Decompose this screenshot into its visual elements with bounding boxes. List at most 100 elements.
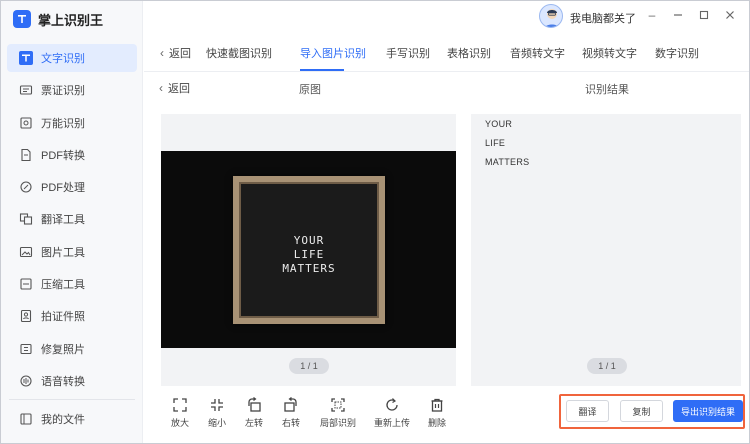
title-bar: 我电脑都关了 – xyxy=(144,1,749,31)
tab-bar: ‹ 返回 快速截图识别 导入图片识别 手写识别 表格识别 音频转文字 视频转文字… xyxy=(144,36,749,72)
crop-icon xyxy=(331,398,345,412)
tab-video-to-text[interactable]: 视频转文字 xyxy=(582,45,637,61)
sidebar-item-my-files[interactable]: 我的文件 xyxy=(19,411,85,427)
export-result-button[interactable]: 导出识别结果 xyxy=(673,400,743,422)
sidebar-item-label: 拍证件照 xyxy=(41,311,85,324)
delete-icon xyxy=(431,398,443,412)
sidebar-item-label: 文字识别 xyxy=(41,53,85,65)
reupload-icon xyxy=(386,398,398,411)
result-panel[interactable]: YOUR LIFE MATTERS 1 / 1 xyxy=(471,114,741,386)
original-image[interactable]: YOUR LIFE MATTERS xyxy=(161,151,456,348)
sidebar-divider xyxy=(9,399,135,400)
sidebar-item-text-recognition[interactable]: 文字识别 xyxy=(7,44,137,72)
brand: 掌上识别王 xyxy=(13,9,103,29)
result-label: 识别结果 xyxy=(585,84,629,96)
back-label: 返回 xyxy=(169,48,191,60)
sidebar-item-label: 票证识别 xyxy=(41,85,85,98)
original-image-panel: YOUR LIFE MATTERS 1 / 1 xyxy=(161,114,456,386)
tab-handwriting[interactable]: 手写识别 xyxy=(386,45,430,61)
delete-button[interactable]: 删除 xyxy=(422,397,452,429)
sidebar-item-id-photo[interactable]: 拍证件照 xyxy=(7,302,137,330)
scan-icon xyxy=(19,116,33,130)
ticket-icon xyxy=(19,83,33,97)
tab-audio-to-text[interactable]: 音频转文字 xyxy=(510,45,565,61)
sidebar-item-voice[interactable]: 语音转换 xyxy=(7,367,137,395)
image-text-line: YOUR xyxy=(293,234,325,247)
image-text-line: LIFE xyxy=(293,248,325,261)
toolbar-label: 左转 xyxy=(244,418,263,428)
tab-back-button[interactable]: ‹ 返回 xyxy=(160,45,191,61)
sub-header: ‹ 返回 原图 识别结果 xyxy=(144,73,749,101)
toolbar-label: 局部识别 xyxy=(320,418,357,428)
sidebar-item-label: 图片工具 xyxy=(41,246,85,259)
toolbar-label: 重新上传 xyxy=(374,418,411,428)
sidebar-item-label: 修复照片 xyxy=(41,343,85,356)
tab-import-image[interactable]: 导入图片识别 xyxy=(300,45,366,61)
toolbar-label: 放大 xyxy=(170,418,189,428)
sidebar-item-label: 翻译工具 xyxy=(41,214,85,227)
zoom-in-icon xyxy=(173,398,187,412)
minimize-icon[interactable] xyxy=(670,7,686,23)
chevron-left-icon: ‹ xyxy=(159,81,163,95)
result-line[interactable]: YOUR xyxy=(485,119,512,129)
id-photo-icon xyxy=(19,309,33,323)
tab-digit[interactable]: 数字识别 xyxy=(655,45,699,61)
image-text-line: MATTERS xyxy=(282,262,336,275)
sidebar-item-translate[interactable]: 翻译工具 xyxy=(7,205,137,233)
toolbar-label: 删除 xyxy=(427,418,446,428)
result-line[interactable]: MATTERS xyxy=(485,157,529,167)
toolbar-label: 缩小 xyxy=(207,418,226,428)
reupload-button[interactable]: 重新上传 xyxy=(374,397,411,429)
rotate-right-button[interactable]: 右转 xyxy=(276,397,306,429)
my-files-label: 我的文件 xyxy=(41,414,85,426)
voice-icon xyxy=(19,374,33,388)
sidebar-item-label: PDF转换 xyxy=(41,149,85,162)
sidebar-item-label: 语音转换 xyxy=(41,375,85,388)
rotate-left-button[interactable]: 左转 xyxy=(239,397,269,429)
app-name: 掌上识别王 xyxy=(38,12,104,28)
back-button[interactable]: ‹ 返回 xyxy=(159,80,190,96)
zoom-in-button[interactable]: 放大 xyxy=(165,397,195,429)
sidebar-nav: 文字识别 票证识别 万能识别 PDF转换 PDF处理 翻译工具 图片工具 压缩工… xyxy=(7,44,137,399)
original-label: 原图 xyxy=(299,84,321,96)
rotate-right-icon xyxy=(284,397,297,412)
maximize-icon[interactable] xyxy=(696,7,712,23)
app-window: 掌上识别王 文字识别 票证识别 万能识别 PDF转换 PDF处理 翻译工具 图片… xyxy=(0,0,750,444)
sidebar-item-label: 万能识别 xyxy=(41,117,85,130)
text-recognition-icon xyxy=(19,51,33,65)
rotate-left-icon xyxy=(248,397,261,412)
partial-recognition-button[interactable]: 局部识别 xyxy=(320,397,357,429)
sidebar-item-pdf-convert[interactable]: PDF转换 xyxy=(7,141,137,169)
tab-quick-screenshot[interactable]: 快速截图识别 xyxy=(206,45,272,61)
avatar[interactable] xyxy=(539,4,563,28)
sidebar-item-image-tools[interactable]: 图片工具 xyxy=(7,238,137,266)
pdf-convert-icon xyxy=(19,148,33,162)
close-icon[interactable] xyxy=(722,7,738,23)
toolbar-label: 右转 xyxy=(281,418,300,428)
menu-dash-icon[interactable]: – xyxy=(644,7,660,23)
active-tab-indicator xyxy=(300,69,344,71)
letter-board: YOUR LIFE MATTERS xyxy=(233,176,385,324)
back-label: 返回 xyxy=(168,83,190,95)
tab-table[interactable]: 表格识别 xyxy=(447,45,491,61)
sidebar-item-ticket[interactable]: 票证识别 xyxy=(7,76,137,104)
result-line[interactable]: LIFE xyxy=(485,138,505,148)
result-pager: 1 / 1 xyxy=(587,358,627,374)
sidebar-item-label: 压缩工具 xyxy=(41,279,85,292)
zoom-out-icon xyxy=(211,399,223,411)
sidebar: 掌上识别王 文字识别 票证识别 万能识别 PDF转换 PDF处理 翻译工具 图片… xyxy=(1,1,143,443)
image-icon xyxy=(19,245,33,259)
sidebar-item-photo-repair[interactable]: 修复照片 xyxy=(7,335,137,363)
image-pager: 1 / 1 xyxy=(289,358,329,374)
copy-button[interactable]: 复制 xyxy=(620,400,663,422)
sidebar-item-label: PDF处理 xyxy=(41,182,85,195)
zoom-out-button[interactable]: 缩小 xyxy=(202,397,232,429)
sidebar-item-compress[interactable]: 压缩工具 xyxy=(7,270,137,298)
image-text: YOUR LIFE MATTERS xyxy=(239,234,379,276)
photo-repair-icon xyxy=(19,342,33,356)
username[interactable]: 我电脑都关了 xyxy=(570,10,636,26)
sidebar-item-pdf-process[interactable]: PDF处理 xyxy=(7,173,137,201)
app-logo-icon xyxy=(13,10,31,28)
sidebar-item-universal[interactable]: 万能识别 xyxy=(7,109,137,137)
translate-button[interactable]: 翻译 xyxy=(566,400,609,422)
